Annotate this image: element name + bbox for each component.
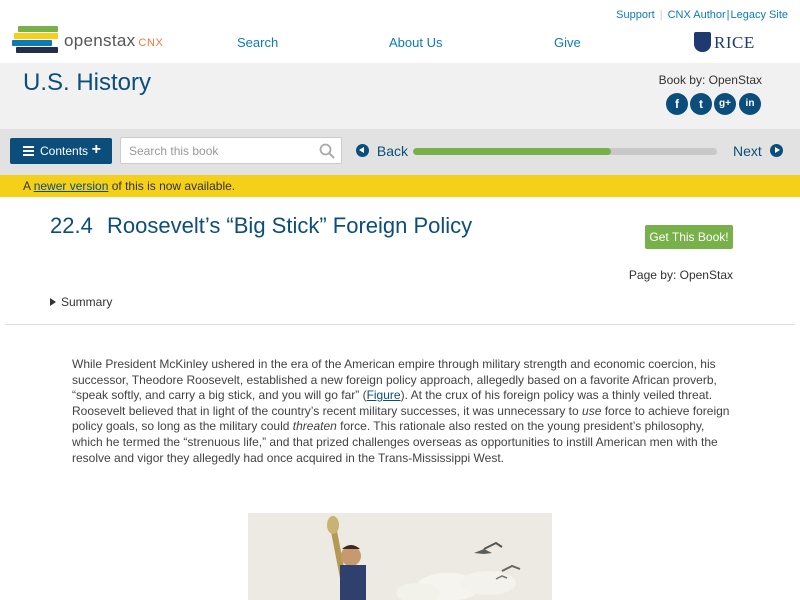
divider	[5, 324, 795, 325]
legacy-site-link[interactable]: Legacy Site	[731, 9, 788, 21]
list-icon	[23, 146, 34, 156]
utility-links: Support | CNX Author|Legacy Site	[616, 9, 788, 21]
page-by: Page by: OpenStax	[628, 268, 733, 282]
google-plus-icon[interactable]: g+	[714, 93, 736, 115]
linkedin-icon[interactable]: in	[739, 93, 761, 115]
rice-shield-icon	[694, 32, 711, 52]
book-toolbar: Contents + Back Next	[0, 129, 800, 175]
contents-label: Contents	[40, 144, 89, 158]
big-stick-cartoon-image	[248, 513, 552, 600]
search-icon[interactable]	[319, 143, 335, 159]
openstax-cnx-logo[interactable]: openstax CNX	[12, 24, 182, 56]
progress-fill	[413, 148, 611, 155]
next-button[interactable]: Next	[733, 143, 783, 159]
nav-search[interactable]: Search	[237, 35, 278, 50]
back-button[interactable]: Back	[356, 143, 408, 159]
nav-about-us[interactable]: About Us	[389, 35, 442, 50]
nav-give[interactable]: Give	[554, 35, 581, 50]
twitter-icon[interactable]: t	[690, 93, 712, 115]
site-header: openstax CNX Support | CNX Author|Legacy Si…	[0, 0, 800, 63]
summary-toggle[interactable]: Summary	[50, 295, 112, 309]
book-title[interactable]: U.S. History	[23, 69, 151, 97]
logo-text: openstax CNX	[64, 31, 164, 50]
section-number: 22.4	[50, 213, 93, 238]
book-title-band: U.S. History Book by: OpenStax f t g+ in	[0, 63, 800, 129]
plus-icon: +	[91, 141, 101, 158]
get-this-book-button[interactable]: Get This Book!	[645, 225, 733, 249]
intro-paragraph: While President McKinley ushered in the …	[72, 357, 730, 465]
support-link[interactable]: Support	[616, 9, 655, 21]
logo-book-icon	[16, 47, 58, 53]
rice-logo[interactable]: RICE	[694, 32, 754, 54]
chevron-right-icon	[769, 144, 783, 157]
section-title: Roosevelt’s “Big Stick” Foreign Policy	[107, 213, 473, 238]
book-by: Book by: OpenStax	[658, 73, 762, 87]
newer-version-notice: A newer version of this is now available…	[0, 175, 800, 197]
logo-book-icon	[18, 26, 58, 32]
figure-link[interactable]: Figure	[367, 388, 401, 402]
book-progress-bar	[413, 148, 717, 155]
triangle-right-icon	[50, 298, 56, 306]
chevron-left-icon	[356, 144, 369, 157]
newer-version-link[interactable]: newer version	[34, 179, 109, 193]
cnx-author-link[interactable]: CNX Author	[668, 9, 726, 21]
facebook-icon[interactable]: f	[666, 93, 688, 115]
logo-book-icon	[12, 40, 52, 46]
search-box	[120, 137, 342, 164]
search-input[interactable]	[121, 138, 311, 163]
logo-book-icon	[14, 33, 58, 39]
contents-button[interactable]: Contents +	[10, 138, 112, 164]
